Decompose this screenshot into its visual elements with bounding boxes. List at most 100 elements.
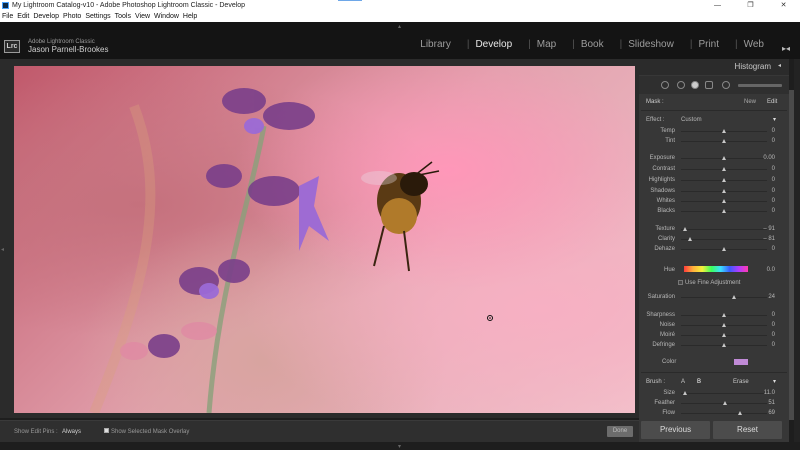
brush-flow-value[interactable]: 69	[768, 410, 775, 416]
slider-value[interactable]: 0	[772, 312, 775, 318]
slider-value[interactable]: 0	[772, 177, 775, 183]
slider-value[interactable]: 0	[772, 322, 775, 328]
slider-value[interactable]: 0	[772, 342, 775, 348]
slider-sharpness[interactable]: Sharpness 0	[641, 311, 787, 321]
slider-highlights[interactable]: Highlights 0	[641, 176, 787, 186]
slider-knob[interactable]	[683, 227, 688, 231]
menu-develop[interactable]: Develop	[31, 11, 61, 22]
slider-tint[interactable]: Tint 0	[641, 137, 787, 147]
fine-adjustment-checkbox[interactable]	[678, 280, 683, 285]
fine-adjustment-label[interactable]: Use Fine Adjustment	[685, 280, 740, 286]
slider-knob[interactable]	[722, 199, 726, 203]
slider-exposure[interactable]: Exposure 0.00	[641, 154, 787, 164]
slider-dehaze[interactable]: Dehaze 0	[641, 245, 787, 255]
menu-edit[interactable]: Edit	[15, 11, 31, 22]
color-swatch[interactable]	[734, 359, 748, 365]
left-panel-toggle-icon[interactable]: ◂	[1, 246, 4, 253]
bottom-panel-toggle-icon[interactable]: ▾	[398, 443, 401, 450]
mask-overlay-checkbox[interactable]	[104, 428, 109, 433]
effect-collapse-icon[interactable]: ▾	[773, 116, 776, 123]
slider-knob[interactable]	[722, 343, 726, 347]
photo-canvas[interactable]	[14, 66, 635, 413]
slider-knob[interactable]	[722, 156, 726, 160]
top-panel-toggle-icon[interactable]: ▴	[398, 23, 401, 30]
slider-track[interactable]	[681, 413, 767, 414]
menu-help[interactable]: Help	[181, 11, 199, 22]
module-slideshow[interactable]: Slideshow	[628, 39, 674, 50]
slider-knob[interactable]	[738, 411, 743, 415]
menu-view[interactable]: View	[133, 11, 152, 22]
brush-size-value[interactable]: 11.0	[764, 390, 775, 396]
reset-button[interactable]: Reset	[713, 421, 782, 439]
spot-removal-icon[interactable]	[677, 81, 685, 89]
close-icon[interactable]: ✕	[767, 0, 800, 11]
module-print[interactable]: Print	[698, 39, 719, 50]
maximize-icon[interactable]: ❐	[734, 0, 767, 11]
slider-knob[interactable]	[722, 178, 726, 182]
slider-defringe[interactable]: Defringe 0	[641, 341, 787, 351]
slider-knob[interactable]	[732, 295, 737, 299]
slider-knob[interactable]	[683, 391, 688, 395]
slider-knob[interactable]	[722, 401, 727, 405]
brush-collapse-icon[interactable]: ▾	[773, 378, 776, 385]
slider-moir[interactable]: Moiré 0	[641, 331, 787, 341]
panel-scrollbar[interactable]	[789, 90, 794, 420]
slider-knob[interactable]	[722, 139, 726, 143]
crop-tool-icon[interactable]	[661, 81, 669, 89]
mask-edit-button[interactable]: Edit	[767, 99, 777, 105]
module-book[interactable]: Book	[581, 39, 604, 50]
slider-value[interactable]: 0	[772, 128, 775, 134]
slider-knob[interactable]	[722, 209, 726, 213]
slider-whites[interactable]: Whites 0	[641, 197, 787, 207]
slider-value[interactable]: 0.00	[763, 155, 775, 161]
brush-erase-tab[interactable]: Erase	[733, 379, 749, 385]
brush-a-tab[interactable]: A	[681, 379, 685, 385]
slider-saturation[interactable]: Saturation 24	[641, 293, 787, 303]
brush-feather-value[interactable]: 51	[768, 400, 775, 406]
menu-photo[interactable]: Photo	[61, 11, 83, 22]
slider-value[interactable]: 0	[772, 166, 775, 172]
slider-knob[interactable]	[722, 247, 726, 251]
brush-flow-slider[interactable]: Flow 69	[641, 409, 787, 419]
masking-icon[interactable]	[691, 81, 699, 89]
red-eye-icon[interactable]	[705, 81, 713, 89]
slider-value[interactable]: 0	[772, 208, 775, 214]
panel-collapse-icon[interactable]: ▸◂	[782, 44, 790, 53]
module-web[interactable]: Web	[744, 39, 764, 50]
slider-value[interactable]: 0	[772, 332, 775, 338]
slider-knob[interactable]	[722, 323, 726, 327]
histogram-header[interactable]: Histogram ◂	[639, 59, 789, 75]
menu-settings[interactable]: Settings	[83, 11, 112, 22]
slider-knob[interactable]	[722, 129, 726, 133]
previous-button[interactable]: Previous	[641, 421, 710, 439]
module-develop[interactable]: Develop	[475, 39, 512, 50]
mask-new-button[interactable]: New	[744, 99, 756, 105]
slider-contrast[interactable]: Contrast 0	[641, 165, 787, 175]
slider-track[interactable]	[681, 393, 767, 394]
slider-noise[interactable]: Noise 0	[641, 321, 787, 331]
slider-knob[interactable]	[722, 167, 726, 171]
collapse-arrow-icon[interactable]: ◂	[778, 62, 781, 69]
slider-clarity[interactable]: Clarity – 81	[641, 235, 787, 245]
done-button[interactable]: Done	[607, 426, 633, 437]
slider-blacks[interactable]: Blacks 0	[641, 207, 787, 217]
minimize-icon[interactable]: —	[701, 0, 734, 11]
brush-tool-icon[interactable]	[722, 81, 730, 89]
slider-texture[interactable]: Texture – 91	[641, 225, 787, 235]
slider-value[interactable]: 0	[772, 138, 775, 144]
effect-preset-select[interactable]: Custom	[681, 117, 702, 123]
slider-value[interactable]: – 91	[763, 226, 775, 232]
module-library[interactable]: Library	[420, 39, 451, 50]
slider-shadows[interactable]: Shadows 0	[641, 187, 787, 197]
slider-knob[interactable]	[722, 333, 726, 337]
brush-feather-slider[interactable]: Feather 51	[641, 399, 787, 409]
slider-knob[interactable]	[722, 313, 726, 317]
slider-knob[interactable]	[687, 237, 692, 241]
brush-b-tab[interactable]: B	[697, 379, 701, 385]
slider-value[interactable]: 24	[768, 294, 775, 300]
slider-track[interactable]	[681, 229, 767, 230]
module-map[interactable]: Map	[537, 39, 556, 50]
slider-track[interactable]	[681, 239, 767, 240]
slider-temp[interactable]: Temp 0	[641, 127, 787, 137]
menu-file[interactable]: File	[0, 11, 15, 22]
